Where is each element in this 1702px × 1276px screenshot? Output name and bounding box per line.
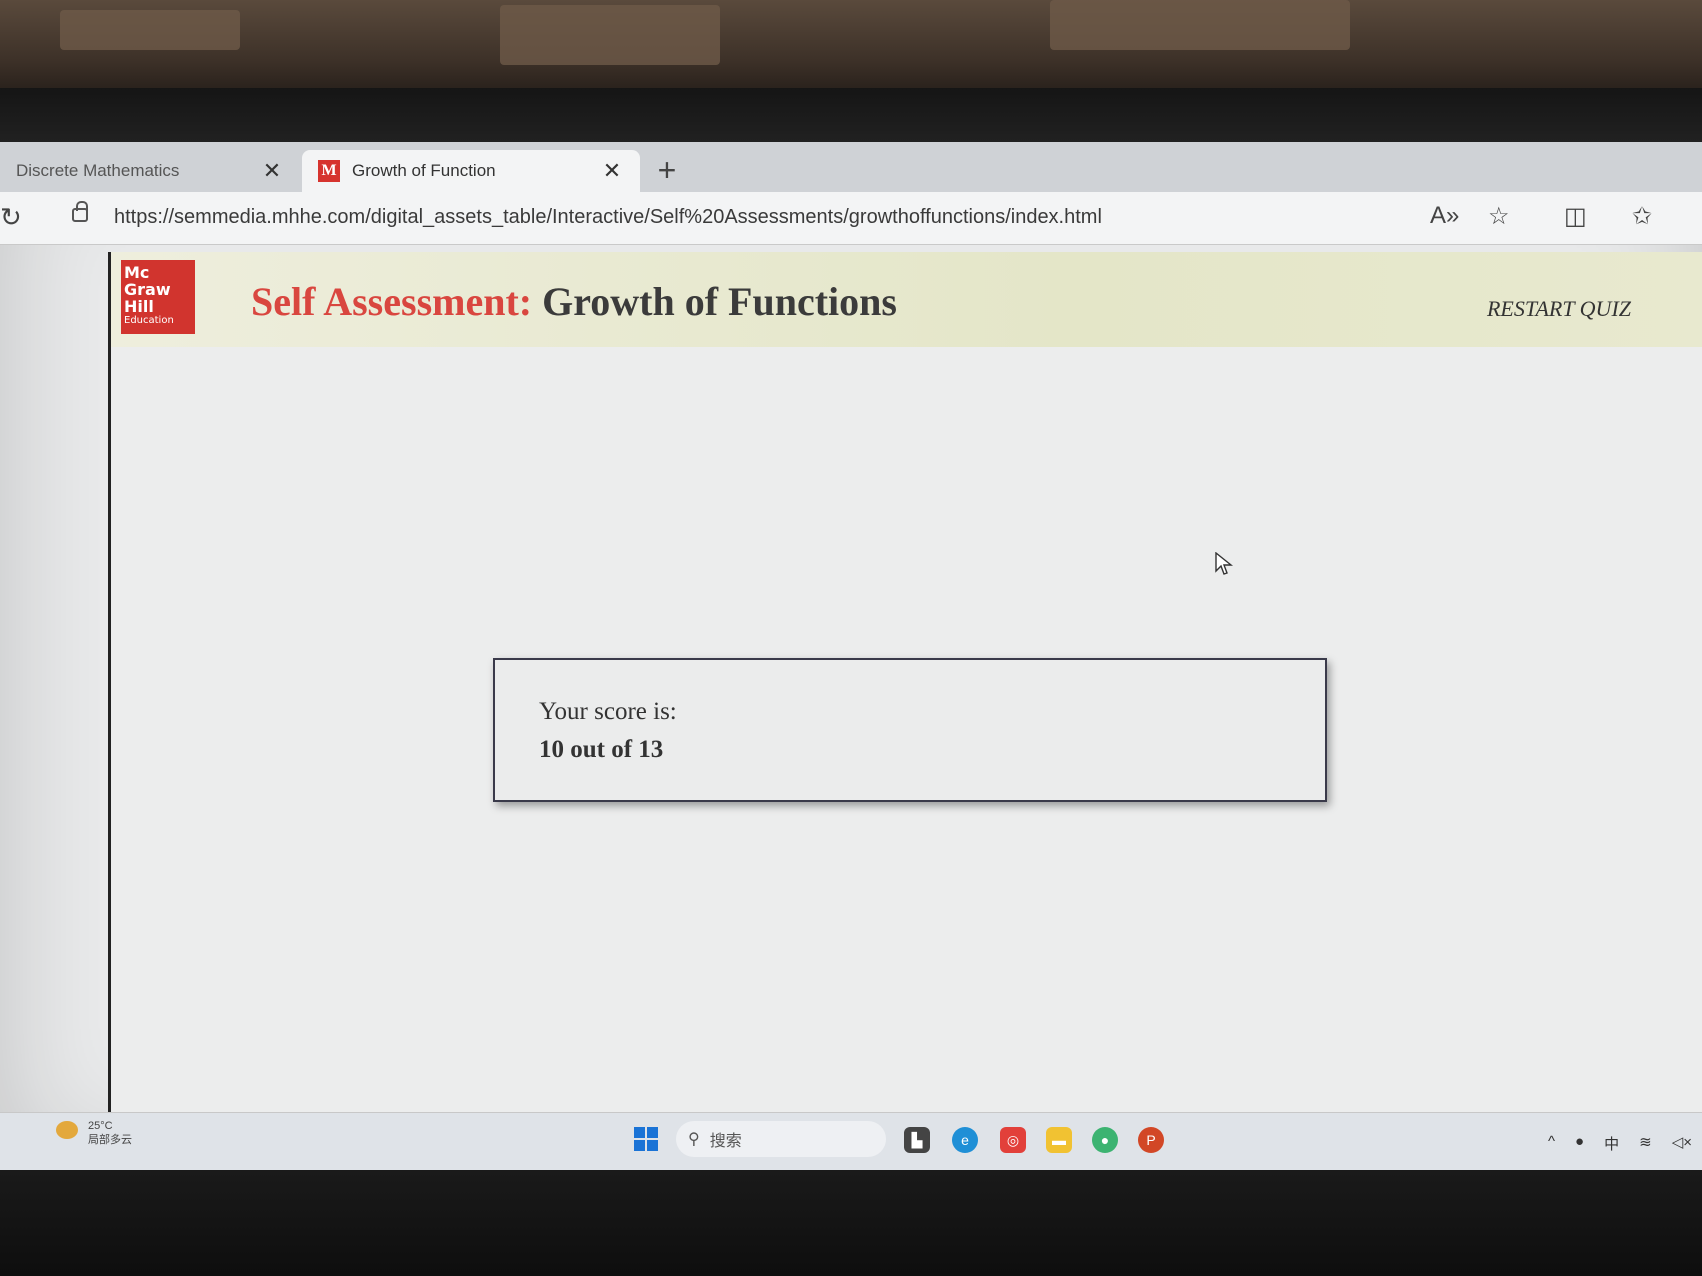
weather-temp: 25°C [88,1120,113,1132]
title-main: Growth of Functions [542,279,897,324]
score-label: Your score is: [539,698,677,725]
close-icon[interactable]: ✕ [600,158,624,184]
logo-text: Hill [124,297,154,316]
monitor-bezel-top [0,88,1702,146]
mouse-cursor-icon [1215,552,1233,575]
score-value: 10 out of 13 [539,736,664,763]
tab-title: Discrete Mathematics [16,161,180,180]
new-tab-button[interactable]: + [650,152,684,189]
page-title: Self Assessment: Growth of Functions [251,278,897,325]
tab-title: Growth of Function [352,161,496,180]
score-panel: Your score is: 10 out of 13 [493,658,1327,802]
restart-quiz-button[interactable]: RESTART QUIZ [1487,296,1631,322]
search-icon: ⚲ [688,1131,700,1148]
ime-indicator[interactable]: 中 [1604,1133,1619,1154]
wechat-icon[interactable]: ● [1092,1127,1118,1153]
weather-icon [56,1121,78,1139]
tab-discrete-mathematics[interactable]: Discrete Mathematics ✕ [0,150,300,192]
mcgraw-hill-favicon-icon: M [318,160,340,182]
edge-browser-icon[interactable]: e [952,1127,978,1153]
quiz-header: Mc Graw Hill Education Self Assessment: … [111,252,1702,347]
reload-icon[interactable]: ↻ [0,202,22,233]
address-toolbar: ↻ https://semmedia.mhhe.com/digital_asse… [0,192,1702,245]
monitor-bezel-bottom [0,1170,1702,1276]
task-view-icon[interactable]: ▙ [904,1127,930,1153]
close-icon[interactable]: ✕ [260,158,284,184]
user-icon[interactable]: ● [1575,1133,1584,1154]
file-explorer-icon[interactable]: ▬ [1046,1127,1072,1153]
system-tray: ^ ● 中 ≋ ◁× [1548,1133,1692,1154]
taskbar: 25°C 局部多云 ⚲ 搜索 ▙ e ◎ ▬ ● P ^ ● 中 ≋ ◁× [0,1112,1702,1172]
chevron-up-icon[interactable]: ^ [1548,1133,1555,1154]
logo-text: Education [124,315,174,326]
add-favorite-icon[interactable]: ☆ [1488,202,1510,231]
mcgraw-hill-logo: Mc Graw Hill Education [121,260,195,334]
tab-growth-of-function[interactable]: M Growth of Function ✕ [302,150,640,192]
favorites-icon[interactable]: ✩ [1632,202,1652,231]
taskbar-search[interactable]: ⚲ 搜索 [676,1121,886,1157]
title-prefix: Self Assessment: [251,279,533,324]
address-bar[interactable]: https://semmedia.mhhe.com/digital_assets… [114,206,1102,229]
netease-music-icon[interactable]: ◎ [1000,1127,1026,1153]
screen: Discrete Mathematics ✕ M Growth of Funct… [0,142,1702,1172]
web-page: Mc Graw Hill Education Self Assessment: … [108,252,1702,1172]
tab-strip: Discrete Mathematics ✕ M Growth of Funct… [0,142,1702,192]
volume-muted-icon[interactable]: ◁× [1672,1133,1692,1154]
weather-desc: 局部多云 [88,1134,132,1146]
search-placeholder: 搜索 [709,1133,742,1150]
split-screen-icon[interactable]: ◫ [1564,202,1587,231]
windows-start-icon[interactable] [634,1127,658,1151]
read-aloud-icon[interactable]: A» [1430,202,1459,230]
wifi-icon[interactable]: ≋ [1639,1133,1652,1154]
lock-icon[interactable] [72,201,88,222]
powerpoint-icon[interactable]: P [1138,1127,1164,1153]
